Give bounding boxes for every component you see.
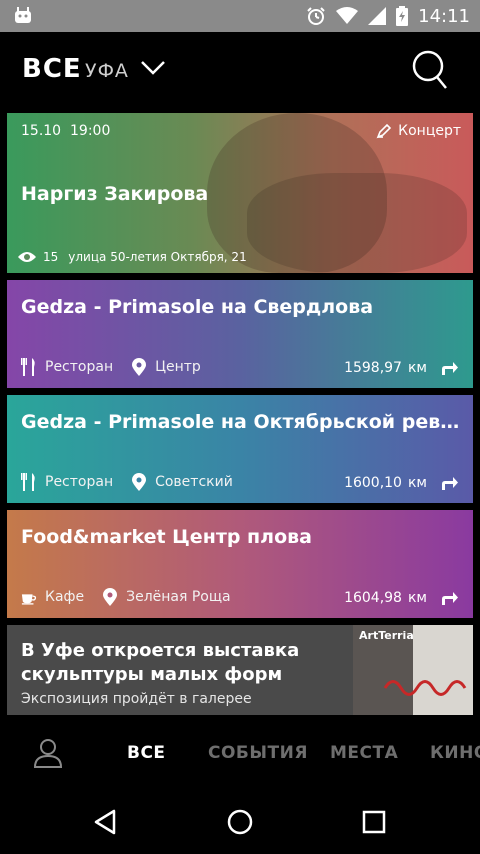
system-navigation-bar bbox=[0, 786, 480, 854]
event-card[interactable]: 15.10 19:00 Концерт Наргиз Закирова 15 у… bbox=[7, 113, 473, 273]
event-date: 15.10 bbox=[21, 123, 62, 139]
wifi-icon bbox=[336, 7, 359, 24]
card-title: Gedza - Primasole на Октябрьской револю.… bbox=[21, 411, 461, 433]
distance-unit: км bbox=[407, 360, 427, 376]
place-card[interactable]: Food&market Центр плова Кафе Зелёная Рощ… bbox=[7, 510, 473, 618]
android-notification-icon bbox=[15, 7, 31, 23]
tab-events[interactable]: СОБЫТИЯ bbox=[208, 743, 308, 763]
status-time: 14:11 bbox=[418, 5, 470, 27]
battery-icon bbox=[396, 6, 409, 26]
tab-places[interactable]: МЕСТА bbox=[330, 743, 398, 763]
distance-value: 1600,10 bbox=[344, 475, 402, 491]
route-arrow-icon[interactable] bbox=[441, 361, 459, 375]
distance-value: 1604,98 bbox=[344, 590, 402, 606]
signal-icon bbox=[368, 7, 387, 25]
tab-cinema[interactable]: КИНО bbox=[430, 743, 480, 763]
thumbnail-label: ArtTerria bbox=[359, 629, 414, 642]
news-card[interactable]: В Уфе откроется выставка скульптуры малы… bbox=[7, 625, 473, 715]
place-meta: Ресторан Советский bbox=[21, 473, 233, 491]
distance-value: 1598,97 bbox=[344, 360, 402, 376]
fork-knife-icon bbox=[21, 473, 35, 491]
distance: 1604,98 км bbox=[344, 590, 459, 606]
views-count: 15 bbox=[43, 250, 59, 264]
fork-knife-icon bbox=[21, 358, 35, 376]
tab-all[interactable]: ВСЕ bbox=[127, 743, 166, 763]
place-meta: Ресторан Центр bbox=[21, 358, 201, 376]
event-time: 19:00 bbox=[70, 123, 111, 139]
location-pin-icon bbox=[132, 358, 147, 376]
location-pin-icon bbox=[132, 473, 147, 491]
route-arrow-icon[interactable] bbox=[441, 476, 459, 490]
distance-unit: км bbox=[407, 590, 427, 606]
distance-unit: км bbox=[407, 475, 427, 491]
back-icon[interactable] bbox=[92, 808, 120, 836]
card-title: Gedza - Primasole на Свердлова bbox=[21, 296, 374, 318]
news-title: В Уфе откроется выставка скульптуры малы… bbox=[21, 640, 300, 685]
event-category: Концерт bbox=[376, 123, 461, 139]
route-arrow-icon[interactable] bbox=[441, 591, 459, 605]
bottom-tab-bar: ВСЕ СОБЫТИЯ МЕСТА КИНО bbox=[0, 720, 480, 786]
recent-apps-icon[interactable] bbox=[360, 808, 388, 836]
place-district: Центр bbox=[155, 359, 201, 375]
distance: 1598,97 км bbox=[344, 360, 459, 376]
place-type: Ресторан bbox=[45, 359, 114, 375]
user-profile-icon[interactable] bbox=[34, 738, 62, 768]
page-title: ВСЕ bbox=[22, 54, 82, 84]
place-type: Кафе bbox=[45, 589, 85, 605]
news-thumbnail: ArtTerria bbox=[353, 625, 473, 715]
place-meta: Кафе Зелёная Роща bbox=[21, 588, 231, 606]
place-district: Зелёная Роща bbox=[126, 589, 231, 605]
event-datetime: 15.10 19:00 bbox=[21, 123, 110, 139]
category-label: Концерт bbox=[398, 123, 461, 139]
place-district: Советский bbox=[155, 474, 233, 490]
event-address: улица 50-летия Октября, 21 bbox=[68, 250, 247, 264]
card-title: Food&market Центр плова bbox=[21, 526, 312, 548]
city-selector[interactable]: УФА bbox=[85, 60, 129, 82]
distance: 1600,10 км bbox=[344, 475, 459, 491]
app-header: ВСЕ УФА bbox=[0, 32, 480, 104]
chevron-down-icon[interactable] bbox=[140, 60, 166, 76]
home-icon[interactable] bbox=[226, 808, 254, 836]
event-meta: 15 улица 50-летия Октября, 21 bbox=[17, 250, 247, 264]
place-type: Ресторан bbox=[45, 474, 114, 490]
search-icon[interactable] bbox=[410, 50, 448, 90]
place-card[interactable]: Gedza - Primasole на Свердлова Ресторан … bbox=[7, 280, 473, 388]
eye-icon bbox=[18, 252, 36, 262]
card-title: Наргиз Закирова bbox=[21, 183, 209, 205]
place-card[interactable]: Gedza - Primasole на Октябрьской револю.… bbox=[7, 395, 473, 503]
alarm-icon bbox=[307, 7, 325, 25]
location-pin-icon bbox=[103, 588, 118, 606]
news-subtitle: Экспозиция пройдёт в галерее bbox=[21, 691, 252, 707]
status-bar: 14:11 bbox=[0, 0, 480, 32]
pen-icon bbox=[376, 123, 392, 139]
artwork-image bbox=[383, 680, 467, 696]
coffee-cup-icon bbox=[21, 594, 37, 605]
